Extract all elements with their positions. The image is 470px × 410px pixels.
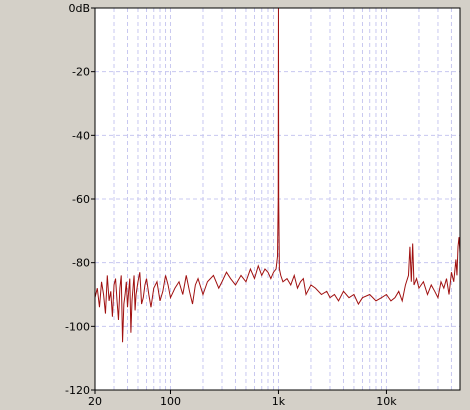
spectrum-chart: 20 100 1k 10k 0dB -20 -40 -60 -80 -100 -120 <box>65 2 461 408</box>
y-tick-label: -100 <box>65 320 90 333</box>
y-tick-label: -40 <box>72 129 90 142</box>
y-tick-label: 0dB <box>68 2 90 15</box>
x-tick-label: 20 <box>88 395 102 408</box>
y-tick-label: -120 <box>65 384 90 397</box>
spectrum-analyzer-window: 20 100 1k 10k 0dB -20 -40 -60 -80 -100 -120 <box>0 0 470 410</box>
x-tick-label: 1k <box>272 395 286 408</box>
y-tick-label: -20 <box>72 66 90 79</box>
y-tick-label: -60 <box>72 193 90 206</box>
y-tick-label: -80 <box>72 257 90 270</box>
x-tick-label: 100 <box>160 395 181 408</box>
x-tick-label: 10k <box>376 395 397 408</box>
